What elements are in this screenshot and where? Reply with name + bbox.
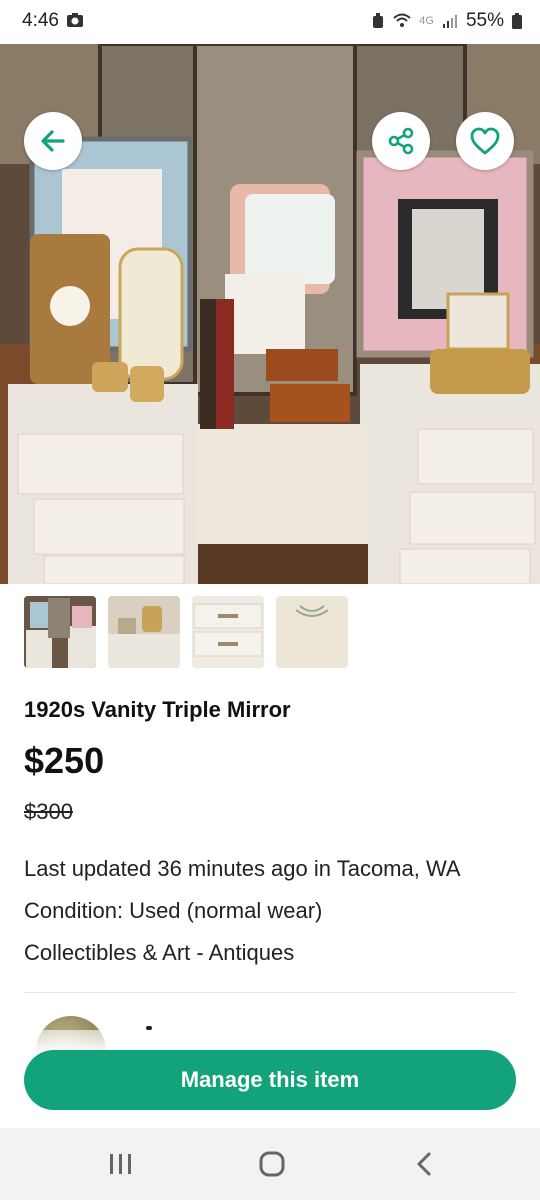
thumbnail-4-image xyxy=(276,596,348,668)
item-condition: Condition: Used (normal wear) xyxy=(24,898,323,923)
wifi-icon xyxy=(393,13,411,27)
listing-photo[interactable] xyxy=(0,44,540,584)
thumbnail-1-image xyxy=(24,596,96,668)
item-category[interactable]: Collectibles & Art - Antiques xyxy=(24,940,294,966)
status-bar: 4:46 4G 55% xyxy=(0,0,540,44)
thumbnail-strip xyxy=(24,596,348,668)
favorite-button[interactable] xyxy=(456,112,514,170)
listing-price: $250 xyxy=(24,740,105,781)
network-type: 4G xyxy=(419,15,434,27)
recent-apps-icon[interactable] xyxy=(108,1152,134,1176)
back-button[interactable] xyxy=(24,112,82,170)
listing-title: 1920s Vanity Triple Mirror xyxy=(24,697,291,722)
back-nav-icon[interactable] xyxy=(414,1151,434,1177)
section-divider xyxy=(24,992,516,993)
arrow-left-icon xyxy=(41,130,65,152)
camera-notification-icon xyxy=(67,13,83,27)
signal-icon xyxy=(442,15,457,28)
status-right: 4G 55% xyxy=(371,10,522,32)
home-icon[interactable] xyxy=(258,1150,286,1178)
vanity-photo-illustration xyxy=(0,44,540,584)
share-icon xyxy=(388,127,414,155)
thumbnail-3-image xyxy=(192,596,264,668)
battery-icon xyxy=(512,13,522,29)
alarm-icon xyxy=(373,13,384,28)
heart-outline-icon xyxy=(470,127,500,155)
thumbnail-1[interactable] xyxy=(24,596,96,668)
status-time: 4:46 xyxy=(22,10,59,31)
thumbnail-4[interactable] xyxy=(276,596,348,668)
thumbnail-2-image xyxy=(108,596,180,668)
thumbnail-3[interactable] xyxy=(192,596,264,668)
original-price: $300 xyxy=(24,799,73,824)
share-button[interactable] xyxy=(372,112,430,170)
last-updated-location: Last updated 36 minutes ago in Tacoma, W… xyxy=(24,856,461,881)
manage-item-button[interactable]: Manage this item xyxy=(24,1050,516,1110)
thumbnail-2[interactable] xyxy=(108,596,180,668)
battery-percent: 55% xyxy=(465,10,504,31)
